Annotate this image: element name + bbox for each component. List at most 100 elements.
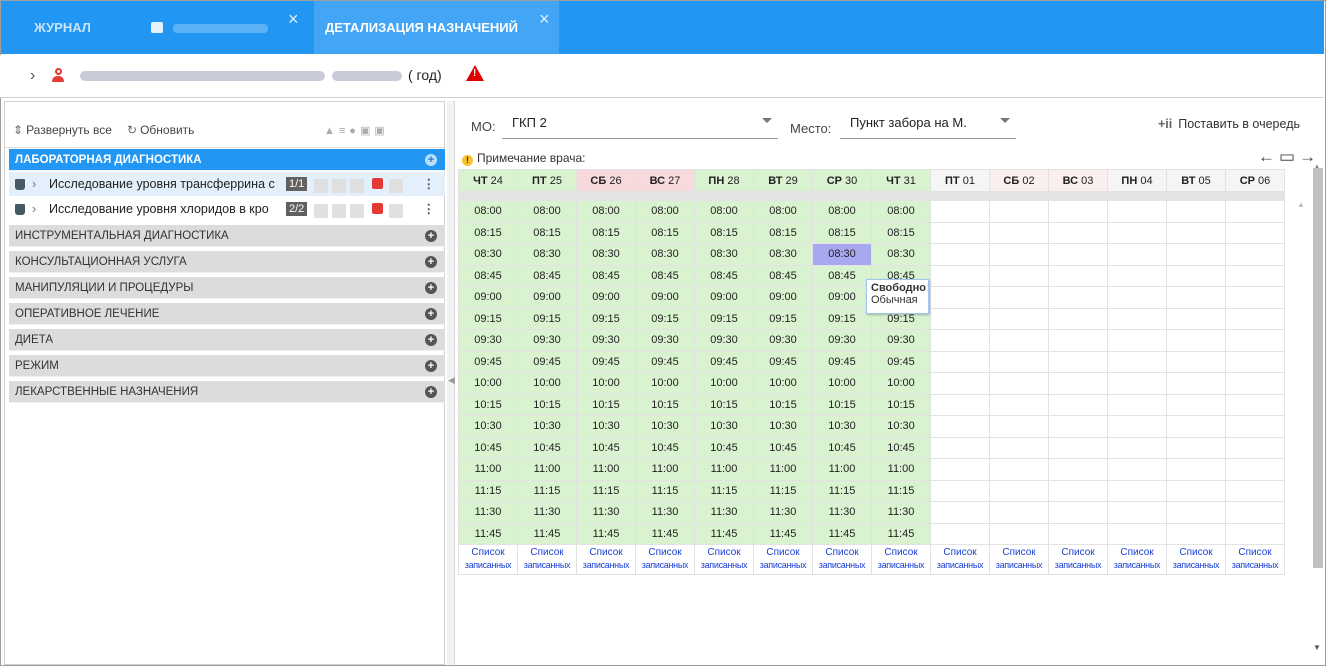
scroll-up-icon[interactable]: ▲ xyxy=(1297,200,1305,209)
time-slot[interactable]: 09:45 xyxy=(458,350,518,373)
time-slot[interactable]: 11:15 xyxy=(576,479,636,502)
list-link-line1[interactable]: Список xyxy=(637,547,694,559)
tab-patient-card[interactable]: × xyxy=(139,1,314,54)
time-slot[interactable]: 08:15 xyxy=(871,221,931,244)
list-link-line1[interactable]: Список xyxy=(991,547,1048,559)
add-icon[interactable]: + xyxy=(425,360,437,372)
time-slot[interactable]: 10:45 xyxy=(576,436,636,459)
time-slot[interactable]: 09:45 xyxy=(753,350,813,373)
time-slot[interactable]: 10:30 xyxy=(458,415,518,438)
list-link-line2[interactable]: записанных xyxy=(519,559,576,572)
category-diet[interactable]: ДИЕТА + xyxy=(9,329,445,351)
time-slot[interactable]: 08:30 xyxy=(517,243,577,266)
time-slot[interactable]: 10:00 xyxy=(753,372,813,395)
time-slot[interactable]: 10:15 xyxy=(458,393,518,416)
time-slot[interactable]: 08:00 xyxy=(812,200,872,223)
time-slot[interactable]: 10:45 xyxy=(517,436,577,459)
time-slot[interactable]: 10:45 xyxy=(458,436,518,459)
time-slot[interactable]: 08:45 xyxy=(517,264,577,287)
time-slot[interactable]: 08:15 xyxy=(517,221,577,244)
time-slot-selected[interactable]: 08:30 xyxy=(812,243,872,266)
time-slot[interactable]: 10:00 xyxy=(458,372,518,395)
time-slot[interactable]: 08:30 xyxy=(458,243,518,266)
time-slot[interactable]: 08:15 xyxy=(458,221,518,244)
list-link-line1[interactable]: Список xyxy=(578,547,635,559)
day-header[interactable]: ЧТ 31 xyxy=(871,169,931,192)
time-slot[interactable]: 08:00 xyxy=(871,200,931,223)
add-icon[interactable]: + xyxy=(425,256,437,268)
list-link-line2[interactable]: записанных xyxy=(696,559,753,572)
time-slot[interactable]: 11:30 xyxy=(753,501,813,524)
day-header[interactable]: ВС 27 xyxy=(635,169,695,192)
time-slot[interactable]: 10:00 xyxy=(517,372,577,395)
list-link-line2[interactable]: записанных xyxy=(755,559,812,572)
time-slot[interactable]: 09:45 xyxy=(517,350,577,373)
time-slot[interactable]: 11:15 xyxy=(694,479,754,502)
time-slot[interactable]: 11:00 xyxy=(517,458,577,481)
time-slot[interactable]: 09:30 xyxy=(458,329,518,352)
time-slot[interactable]: 09:15 xyxy=(576,307,636,330)
time-slot[interactable]: 10:00 xyxy=(635,372,695,395)
time-slot[interactable]: 10:45 xyxy=(753,436,813,459)
day-header[interactable]: СР 06 xyxy=(1225,169,1285,192)
patient-list-link[interactable]: Список записанных xyxy=(989,544,1049,575)
tab-journal[interactable]: ЖУРНАЛ xyxy=(34,1,91,54)
time-slot[interactable]: 09:30 xyxy=(517,329,577,352)
lab-item-chlorides[interactable]: › Исследование уровня хлоридов в кро 2/2… xyxy=(9,197,445,221)
time-slot[interactable]: 09:15 xyxy=(458,307,518,330)
time-slot[interactable]: 11:30 xyxy=(871,501,931,524)
add-icon[interactable]: + xyxy=(425,230,437,242)
time-slot[interactable]: 11:45 xyxy=(576,522,636,545)
time-slot[interactable]: 11:15 xyxy=(812,479,872,502)
category-laboratory[interactable]: ЛАБОРАТОРНАЯ ДИАГНОСТИКА + xyxy=(9,149,445,171)
list-link-line1[interactable]: Список xyxy=(1050,547,1107,559)
add-icon[interactable]: + xyxy=(425,282,437,294)
time-slot[interactable]: 09:15 xyxy=(812,307,872,330)
time-slot[interactable]: 11:00 xyxy=(812,458,872,481)
list-link-line2[interactable]: записанных xyxy=(873,559,930,572)
list-link-line1[interactable]: Список xyxy=(1168,547,1225,559)
time-slot[interactable]: 11:45 xyxy=(635,522,695,545)
time-slot[interactable]: 11:15 xyxy=(635,479,695,502)
time-slot[interactable]: 11:30 xyxy=(635,501,695,524)
time-slot[interactable]: 08:45 xyxy=(753,264,813,287)
time-slot[interactable]: 11:45 xyxy=(871,522,931,545)
time-slot[interactable]: 10:45 xyxy=(694,436,754,459)
day-header[interactable]: СР 30 xyxy=(812,169,872,192)
patient-list-link[interactable]: Список записанных xyxy=(1048,544,1108,575)
time-slot[interactable]: 09:00 xyxy=(458,286,518,309)
time-slot[interactable]: 10:15 xyxy=(517,393,577,416)
time-slot[interactable]: 09:00 xyxy=(812,286,872,309)
time-slot[interactable]: 08:30 xyxy=(635,243,695,266)
time-slot[interactable]: 10:30 xyxy=(753,415,813,438)
time-slot[interactable]: 10:30 xyxy=(694,415,754,438)
day-header[interactable]: ПН 04 xyxy=(1107,169,1167,192)
time-slot[interactable]: 08:00 xyxy=(694,200,754,223)
more-menu-icon[interactable]: ⋮ xyxy=(423,197,436,221)
list-link-line2[interactable]: записанных xyxy=(932,559,989,572)
scroll-down-icon[interactable]: ▼ xyxy=(1313,643,1321,652)
time-slot[interactable]: 09:30 xyxy=(576,329,636,352)
time-slot[interactable]: 09:30 xyxy=(753,329,813,352)
add-icon[interactable]: + xyxy=(425,386,437,398)
close-icon[interactable]: × xyxy=(288,0,299,46)
time-slot[interactable]: 11:45 xyxy=(694,522,754,545)
time-slot[interactable]: 08:30 xyxy=(694,243,754,266)
time-slot[interactable]: 10:15 xyxy=(635,393,695,416)
patient-list-link[interactable]: Список записанных xyxy=(458,544,518,575)
time-slot[interactable]: 11:30 xyxy=(694,501,754,524)
time-slot[interactable]: 09:00 xyxy=(517,286,577,309)
time-slot[interactable]: 10:15 xyxy=(812,393,872,416)
time-slot[interactable]: 08:30 xyxy=(753,243,813,266)
day-header[interactable]: ПТ 25 xyxy=(517,169,577,192)
list-link-line1[interactable]: Список xyxy=(519,547,576,559)
time-slot[interactable]: 09:30 xyxy=(694,329,754,352)
category-manipulations[interactable]: МАНИПУЛЯЦИИ И ПРОЦЕДУРЫ + xyxy=(9,277,445,299)
time-slot[interactable]: 08:15 xyxy=(635,221,695,244)
day-header[interactable]: ВС 03 xyxy=(1048,169,1108,192)
time-slot[interactable]: 09:00 xyxy=(753,286,813,309)
time-slot[interactable]: 08:00 xyxy=(458,200,518,223)
chevron-right-icon[interactable]: › xyxy=(30,67,35,85)
time-slot[interactable]: 11:45 xyxy=(517,522,577,545)
category-regime[interactable]: РЕЖИМ + xyxy=(9,355,445,377)
